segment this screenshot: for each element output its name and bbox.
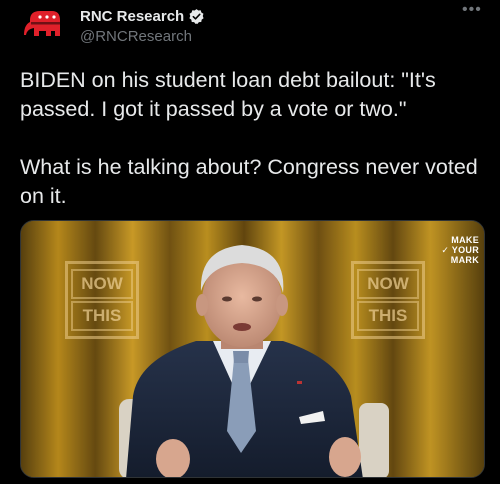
account-header: RNC Research @RNCResearch xyxy=(80,6,205,45)
sign-text: NOW xyxy=(71,269,133,299)
watermark-line: MAKE xyxy=(451,235,479,245)
make-your-mark-watermark: MAKE ✓ YOUR MARK xyxy=(439,235,479,265)
verified-badge-icon xyxy=(189,8,204,24)
sign-text: THIS xyxy=(71,301,133,331)
now-this-sign-right: NOW THIS xyxy=(351,261,425,339)
video-thumbnail[interactable]: NOW THIS NOW THIS MAKE ✓ YOUR MARK xyxy=(20,220,485,478)
watermark-line: MARK xyxy=(450,255,479,265)
tweet-text: BIDEN on his student loan debt bailout: … xyxy=(20,66,490,211)
sign-text: NOW xyxy=(357,269,419,299)
now-this-sign-left: NOW THIS xyxy=(65,261,139,339)
gop-elephant-icon[interactable] xyxy=(22,8,66,42)
more-options-icon[interactable]: ••• xyxy=(462,2,482,18)
tweet-paragraph: BIDEN on his student loan debt bailout: … xyxy=(20,68,436,121)
sign-text: THIS xyxy=(357,301,419,331)
tweet-paragraph: What is he talking about? Congress never… xyxy=(20,155,478,208)
account-handle[interactable]: @RNCResearch xyxy=(80,28,205,45)
tweet[interactable]: RNC Research @RNCResearch ••• BIDEN on h… xyxy=(0,0,500,484)
display-name[interactable]: RNC Research xyxy=(80,8,184,25)
watermark-line: ✓ YOUR xyxy=(441,245,479,255)
video-frame-image xyxy=(21,221,484,477)
